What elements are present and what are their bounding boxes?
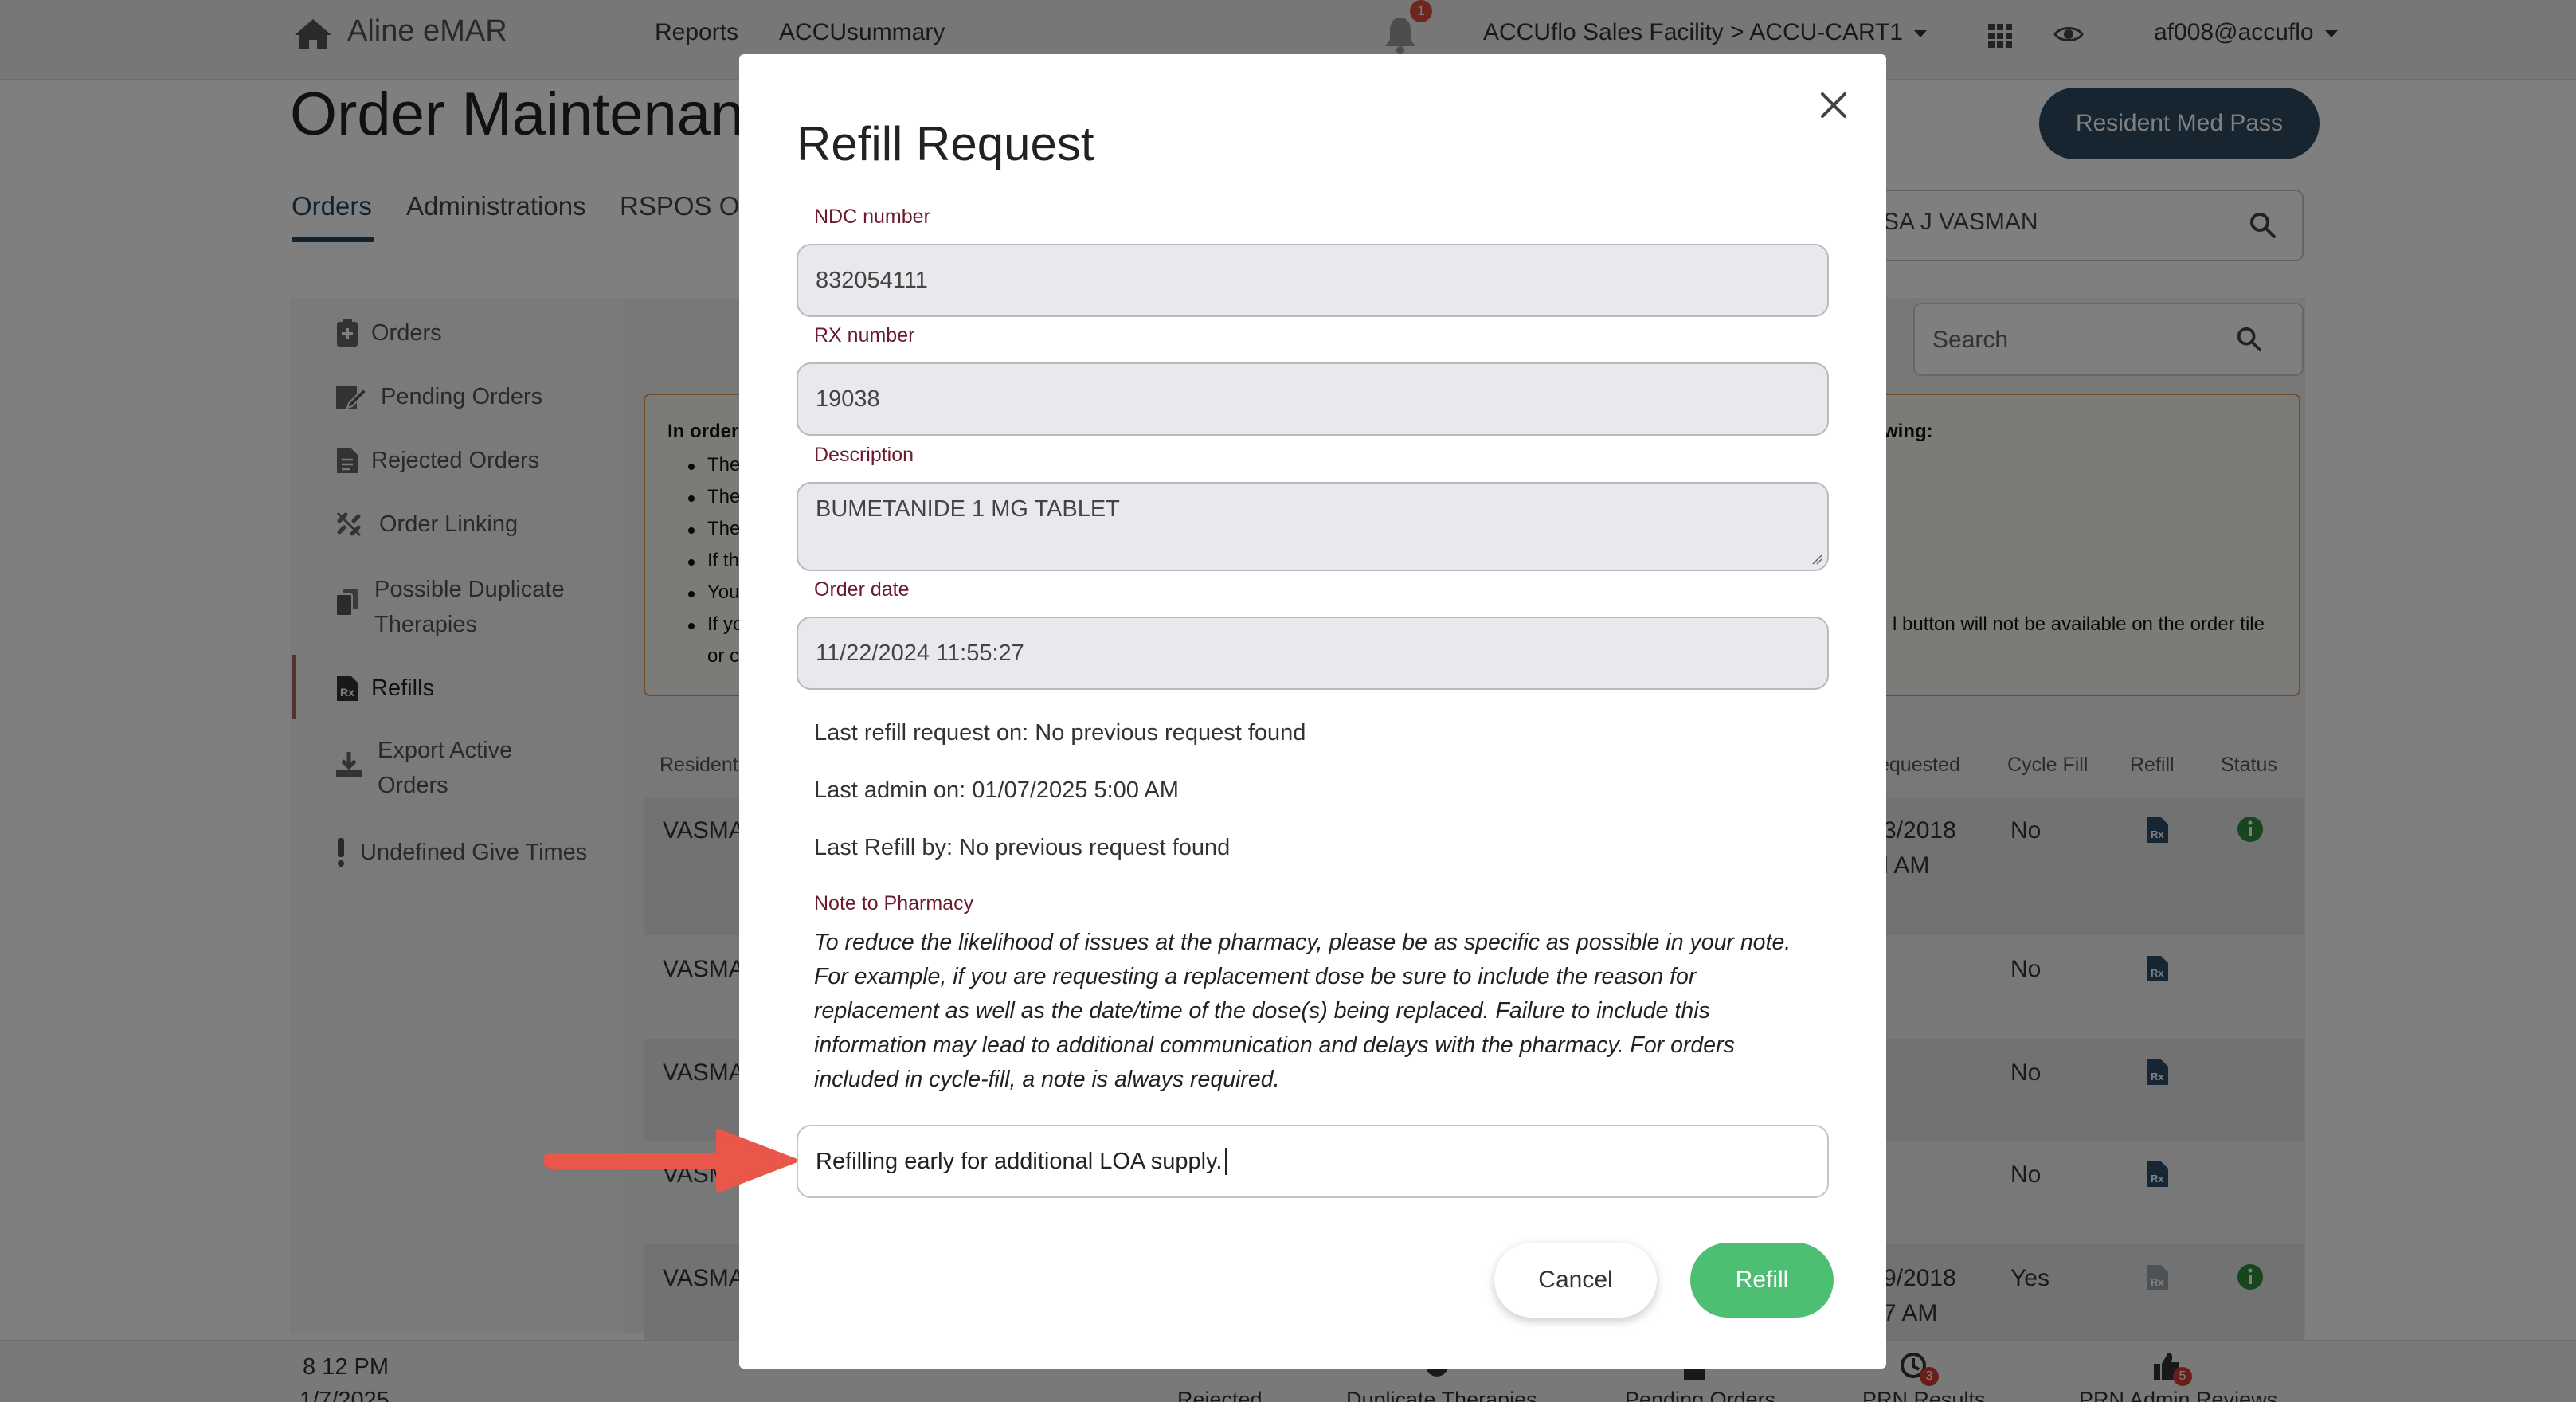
description-label: Description: [814, 444, 914, 466]
order-date-label: Order date: [814, 578, 910, 601]
ndc-number-label: NDC number: [814, 206, 930, 228]
note-to-pharmacy-label: Note to Pharmacy: [814, 892, 974, 914]
note-value: Refilling early for additional LOA suppl…: [816, 1148, 1223, 1174]
description-value: BUMETANIDE 1 MG TABLET: [816, 496, 1120, 522]
close-icon[interactable]: [1818, 89, 1850, 121]
description-field[interactable]: BUMETANIDE 1 MG TABLET: [797, 482, 1829, 571]
rx-number-field[interactable]: 19038: [797, 362, 1829, 436]
cancel-button[interactable]: Cancel: [1494, 1243, 1657, 1318]
text-cursor: [1225, 1148, 1227, 1175]
annotation-arrow-icon: [543, 1129, 797, 1192]
rx-number-label: RX number: [814, 324, 915, 347]
refill-button[interactable]: Refill: [1690, 1243, 1834, 1318]
note-to-pharmacy-input[interactable]: Refilling early for additional LOA suppl…: [797, 1125, 1829, 1198]
last-refill-request-text: Last refill request on: No previous requ…: [814, 720, 1306, 746]
resize-handle-icon[interactable]: [1811, 554, 1822, 565]
modal-title: Refill Request: [797, 117, 1094, 170]
ndc-number-field[interactable]: 832054111: [797, 244, 1829, 317]
last-admin-text: Last admin on: 01/07/2025 5:00 AM: [814, 777, 1179, 803]
order-date-field[interactable]: 11/22/2024 11:55:27: [797, 617, 1829, 690]
last-refill-by-text: Last Refill by: No previous request foun…: [814, 835, 1231, 860]
note-instructions: To reduce the likelihood of issues at th…: [814, 930, 1791, 1092]
